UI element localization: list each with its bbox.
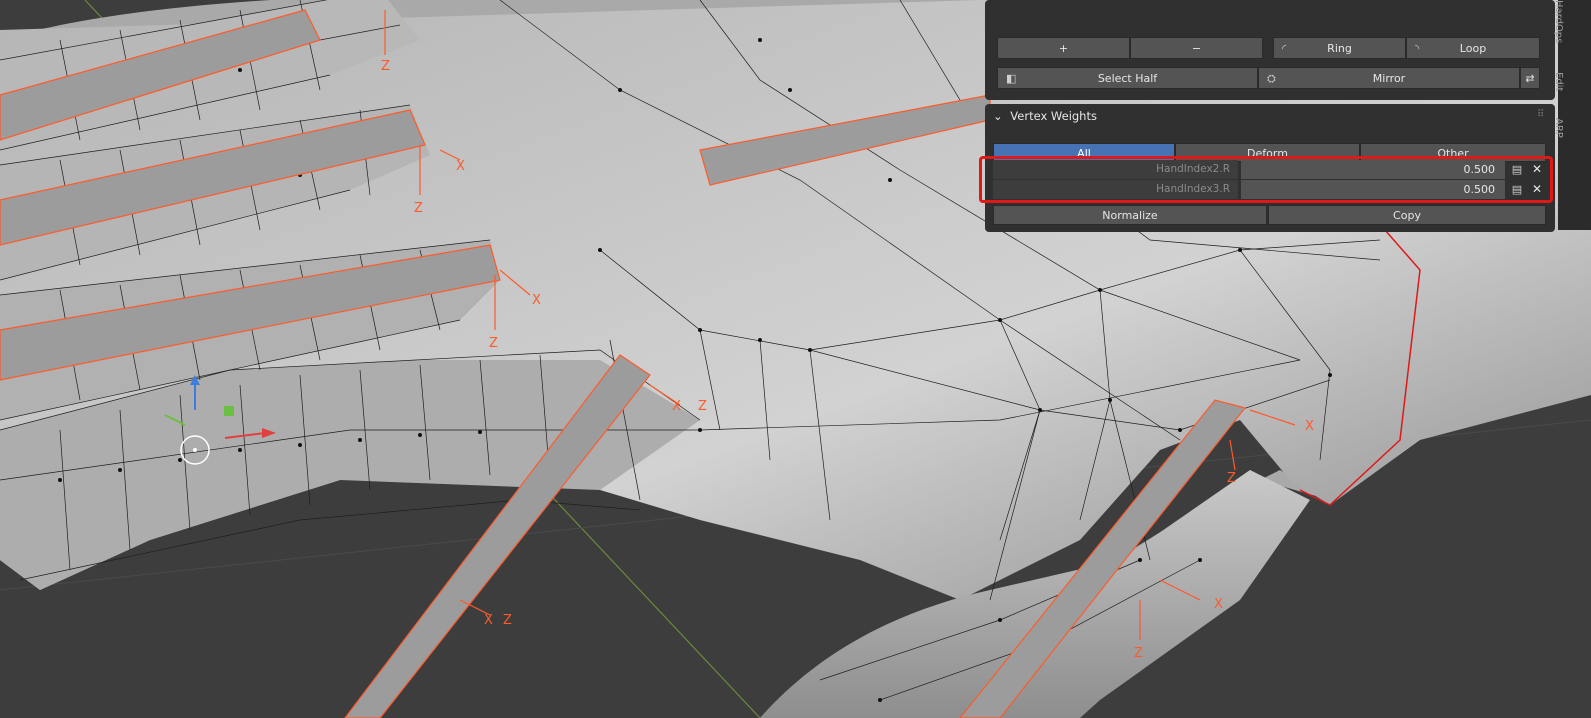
ring-button[interactable]: ◜ Ring: [1273, 37, 1406, 59]
sidebar-tabs: ARP Edit HardOps: [1553, 0, 1591, 230]
drag-handle-icon[interactable]: ⠿: [1537, 109, 1544, 120]
tab-arp[interactable]: ARP: [1553, 118, 1564, 138]
tab-hardops[interactable]: HardOps: [1553, 0, 1564, 43]
svg-text:Z: Z: [489, 336, 498, 351]
select-half-icon: ◧: [1006, 72, 1017, 85]
svg-text:Z: Z: [1227, 471, 1236, 486]
tab-edit[interactable]: Edit: [1553, 72, 1564, 91]
copy-button[interactable]: Copy: [1268, 205, 1546, 225]
add-button[interactable]: +: [997, 37, 1130, 59]
svg-text:Z: Z: [1134, 646, 1143, 661]
vertex-weights-header[interactable]: ⌄ Vertex Weights: [993, 107, 1097, 125]
svg-text:X: X: [1214, 597, 1223, 612]
ring-icon: ◜: [1282, 42, 1287, 55]
chevron-down-icon: ⌄: [993, 109, 1003, 123]
swap-icon-button[interactable]: ⇄: [1520, 67, 1540, 89]
swap-icon: ⇄: [1525, 72, 1535, 85]
svg-text:Z: Z: [503, 613, 512, 628]
normalize-button[interactable]: Normalize: [993, 205, 1267, 225]
svg-text:Z: Z: [381, 59, 390, 74]
select-half-button[interactable]: ◧ Select Half: [997, 67, 1258, 89]
loop-icon: ◝: [1415, 42, 1420, 55]
svg-text:Z: Z: [698, 399, 707, 414]
svg-text:X: X: [1305, 419, 1314, 434]
loop-button[interactable]: ◝ Loop: [1406, 37, 1540, 59]
svg-text:Z: Z: [414, 201, 423, 216]
svg-text:X: X: [532, 293, 541, 308]
svg-text:X: X: [484, 613, 493, 628]
selection-highlight: [979, 156, 1553, 203]
svg-text:X: X: [456, 159, 465, 174]
mirror-button[interactable]: ⛭ Mirror: [1258, 67, 1520, 89]
mirror-icon: ⛭: [1267, 72, 1276, 85]
remove-button[interactable]: −: [1130, 37, 1263, 59]
svg-text:X: X: [672, 399, 681, 414]
